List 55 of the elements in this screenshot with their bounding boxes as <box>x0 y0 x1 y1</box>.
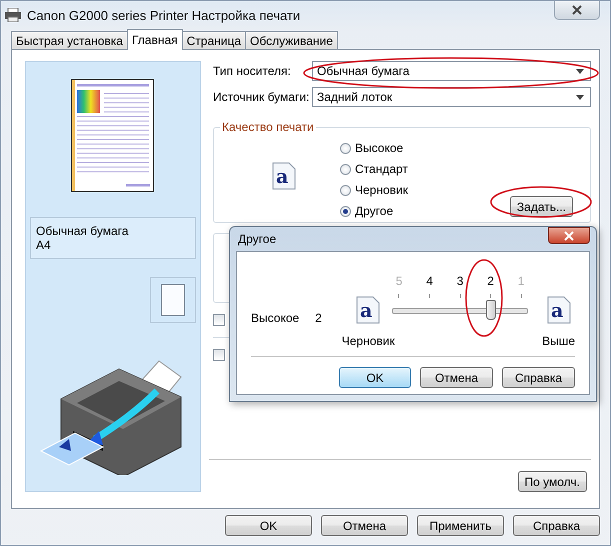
radio-label: Черновик <box>355 183 408 197</box>
dialog-button[interactable]: Справка <box>513 515 600 536</box>
media-type-text: Обычная бумага <box>36 224 130 238</box>
dialog-button[interactable]: Отмена <box>321 515 408 536</box>
tab[interactable]: Обслуживание <box>245 31 338 49</box>
slider-thumb[interactable] <box>486 300 496 320</box>
radio-button[interactable] <box>340 164 351 174</box>
quality-icon: a <box>272 162 296 190</box>
dropdown[interactable]: Обычная бумага <box>312 61 591 81</box>
tab[interactable]: Главная <box>126 29 183 50</box>
quality-value: 2 <box>315 311 322 325</box>
paper-size-text: A4 <box>36 238 52 252</box>
radio-label: Стандарт <box>355 162 408 176</box>
dialog-button[interactable]: OK <box>339 367 411 388</box>
dropdown-value: Обычная бумага <box>317 64 410 78</box>
radio-label: Другое <box>355 204 394 218</box>
dialog-button[interactable]: Справка <box>502 367 575 388</box>
slider-max-label: Выше <box>542 334 575 348</box>
checkbox[interactable] <box>213 349 225 361</box>
scale-label: 4 <box>425 274 434 288</box>
dialog-title: Другое <box>238 232 276 246</box>
printer-icon <box>5 8 21 22</box>
caret-icon <box>576 68 584 74</box>
close-button[interactable] <box>548 227 590 244</box>
close-icon <box>571 5 583 15</box>
group-title: Качество печати <box>220 120 316 134</box>
scale-label: 3 <box>456 274 464 288</box>
radio-button[interactable] <box>340 184 351 196</box>
dialog-button[interactable]: Применить <box>417 515 504 536</box>
scale-label: 5 <box>394 274 404 288</box>
dropdown[interactable]: Задний лоток <box>312 87 591 107</box>
close-icon <box>563 230 575 240</box>
set-button[interactable]: Задать... <box>510 196 573 217</box>
tab[interactable]: Страница <box>182 31 246 49</box>
dialog-button[interactable]: Отмена <box>420 367 493 388</box>
high-quality-icon: a <box>546 296 571 324</box>
field-label: Тип носителя: <box>213 64 292 78</box>
dialog-button[interactable]: OK <box>225 515 312 536</box>
field-label: Источник бумаги: <box>213 90 310 104</box>
tab[interactable]: Быстрая установка <box>11 31 128 49</box>
slider-min-label: Черновик <box>342 334 395 348</box>
caret-icon <box>576 94 584 100</box>
draft-quality-icon: a <box>356 296 380 324</box>
checkbox[interactable] <box>213 314 225 326</box>
defaults-button[interactable]: По умолч. <box>518 471 587 492</box>
quality-label: Высокое <box>251 311 300 325</box>
close-button[interactable] <box>554 1 600 20</box>
scale-label: 1 <box>516 274 526 288</box>
page-icon <box>161 284 185 316</box>
window-title: Canon G2000 series Printer Настройка печати <box>27 8 300 22</box>
radio-button[interactable] <box>340 142 351 154</box>
scale-label: 2 <box>486 274 495 288</box>
dropdown-value: Задний лоток <box>317 90 392 104</box>
radio-button[interactable] <box>340 206 351 216</box>
radio-label: Высокое <box>355 141 404 155</box>
